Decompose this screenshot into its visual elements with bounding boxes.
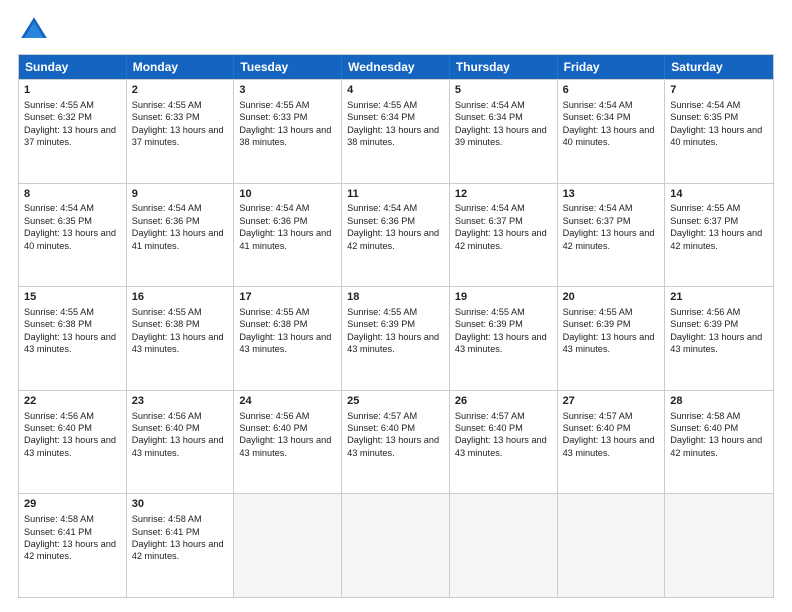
day-number: 8	[24, 187, 121, 202]
calendar-cell: 3Sunrise: 4:55 AMSunset: 6:33 PMDaylight…	[234, 80, 342, 183]
day-number: 20	[563, 290, 660, 305]
day-number: 12	[455, 187, 552, 202]
calendar-cell: 26Sunrise: 4:57 AMSunset: 6:40 PMDayligh…	[450, 391, 558, 494]
calendar-cell: 1Sunrise: 4:55 AMSunset: 6:32 PMDaylight…	[19, 80, 127, 183]
calendar-cell: 4Sunrise: 4:55 AMSunset: 6:34 PMDaylight…	[342, 80, 450, 183]
day-number: 30	[132, 497, 229, 512]
calendar-body: 1Sunrise: 4:55 AMSunset: 6:32 PMDaylight…	[19, 79, 773, 597]
calendar-cell: 14Sunrise: 4:55 AMSunset: 6:37 PMDayligh…	[665, 184, 773, 287]
calendar-cell: 24Sunrise: 4:56 AMSunset: 6:40 PMDayligh…	[234, 391, 342, 494]
calendar-header-cell: Tuesday	[234, 55, 342, 79]
header	[18, 14, 774, 46]
calendar: SundayMondayTuesdayWednesdayThursdayFrid…	[18, 54, 774, 598]
calendar-header-cell: Wednesday	[342, 55, 450, 79]
calendar-cell: 22Sunrise: 4:56 AMSunset: 6:40 PMDayligh…	[19, 391, 127, 494]
calendar-cell	[450, 494, 558, 597]
calendar-cell: 20Sunrise: 4:55 AMSunset: 6:39 PMDayligh…	[558, 287, 666, 390]
calendar-header-cell: Saturday	[665, 55, 773, 79]
day-number: 18	[347, 290, 444, 305]
day-number: 14	[670, 187, 768, 202]
day-number: 11	[347, 187, 444, 202]
calendar-header-row: SundayMondayTuesdayWednesdayThursdayFrid…	[19, 55, 773, 79]
day-number: 6	[563, 83, 660, 98]
logo	[18, 14, 54, 46]
calendar-row: 29Sunrise: 4:58 AMSunset: 6:41 PMDayligh…	[19, 493, 773, 597]
day-number: 15	[24, 290, 121, 305]
calendar-cell	[665, 494, 773, 597]
calendar-cell	[558, 494, 666, 597]
calendar-cell: 7Sunrise: 4:54 AMSunset: 6:35 PMDaylight…	[665, 80, 773, 183]
calendar-cell: 25Sunrise: 4:57 AMSunset: 6:40 PMDayligh…	[342, 391, 450, 494]
calendar-cell	[234, 494, 342, 597]
page: SundayMondayTuesdayWednesdayThursdayFrid…	[0, 0, 792, 612]
calendar-header-cell: Thursday	[450, 55, 558, 79]
calendar-cell: 2Sunrise: 4:55 AMSunset: 6:33 PMDaylight…	[127, 80, 235, 183]
calendar-cell: 8Sunrise: 4:54 AMSunset: 6:35 PMDaylight…	[19, 184, 127, 287]
calendar-cell: 15Sunrise: 4:55 AMSunset: 6:38 PMDayligh…	[19, 287, 127, 390]
calendar-cell: 29Sunrise: 4:58 AMSunset: 6:41 PMDayligh…	[19, 494, 127, 597]
calendar-row: 8Sunrise: 4:54 AMSunset: 6:35 PMDaylight…	[19, 183, 773, 287]
day-number: 28	[670, 394, 768, 409]
calendar-row: 15Sunrise: 4:55 AMSunset: 6:38 PMDayligh…	[19, 286, 773, 390]
calendar-cell: 23Sunrise: 4:56 AMSunset: 6:40 PMDayligh…	[127, 391, 235, 494]
calendar-cell: 16Sunrise: 4:55 AMSunset: 6:38 PMDayligh…	[127, 287, 235, 390]
calendar-cell: 30Sunrise: 4:58 AMSunset: 6:41 PMDayligh…	[127, 494, 235, 597]
calendar-header-cell: Friday	[558, 55, 666, 79]
calendar-cell: 6Sunrise: 4:54 AMSunset: 6:34 PMDaylight…	[558, 80, 666, 183]
day-number: 27	[563, 394, 660, 409]
calendar-cell: 10Sunrise: 4:54 AMSunset: 6:36 PMDayligh…	[234, 184, 342, 287]
day-number: 3	[239, 83, 336, 98]
calendar-cell: 11Sunrise: 4:54 AMSunset: 6:36 PMDayligh…	[342, 184, 450, 287]
day-number: 17	[239, 290, 336, 305]
calendar-cell: 21Sunrise: 4:56 AMSunset: 6:39 PMDayligh…	[665, 287, 773, 390]
calendar-header-cell: Monday	[127, 55, 235, 79]
calendar-cell: 5Sunrise: 4:54 AMSunset: 6:34 PMDaylight…	[450, 80, 558, 183]
day-number: 2	[132, 83, 229, 98]
day-number: 4	[347, 83, 444, 98]
calendar-cell: 28Sunrise: 4:58 AMSunset: 6:40 PMDayligh…	[665, 391, 773, 494]
logo-icon	[18, 14, 50, 46]
calendar-cell: 19Sunrise: 4:55 AMSunset: 6:39 PMDayligh…	[450, 287, 558, 390]
day-number: 23	[132, 394, 229, 409]
calendar-cell: 9Sunrise: 4:54 AMSunset: 6:36 PMDaylight…	[127, 184, 235, 287]
day-number: 1	[24, 83, 121, 98]
calendar-cell: 17Sunrise: 4:55 AMSunset: 6:38 PMDayligh…	[234, 287, 342, 390]
calendar-cell: 18Sunrise: 4:55 AMSunset: 6:39 PMDayligh…	[342, 287, 450, 390]
day-number: 26	[455, 394, 552, 409]
calendar-cell: 27Sunrise: 4:57 AMSunset: 6:40 PMDayligh…	[558, 391, 666, 494]
calendar-cell	[342, 494, 450, 597]
calendar-row: 1Sunrise: 4:55 AMSunset: 6:32 PMDaylight…	[19, 79, 773, 183]
day-number: 21	[670, 290, 768, 305]
calendar-cell: 13Sunrise: 4:54 AMSunset: 6:37 PMDayligh…	[558, 184, 666, 287]
calendar-header-cell: Sunday	[19, 55, 127, 79]
calendar-row: 22Sunrise: 4:56 AMSunset: 6:40 PMDayligh…	[19, 390, 773, 494]
day-number: 9	[132, 187, 229, 202]
day-number: 25	[347, 394, 444, 409]
day-number: 5	[455, 83, 552, 98]
day-number: 29	[24, 497, 121, 512]
day-number: 13	[563, 187, 660, 202]
day-number: 16	[132, 290, 229, 305]
day-number: 7	[670, 83, 768, 98]
day-number: 10	[239, 187, 336, 202]
day-number: 19	[455, 290, 552, 305]
day-number: 22	[24, 394, 121, 409]
day-number: 24	[239, 394, 336, 409]
calendar-cell: 12Sunrise: 4:54 AMSunset: 6:37 PMDayligh…	[450, 184, 558, 287]
